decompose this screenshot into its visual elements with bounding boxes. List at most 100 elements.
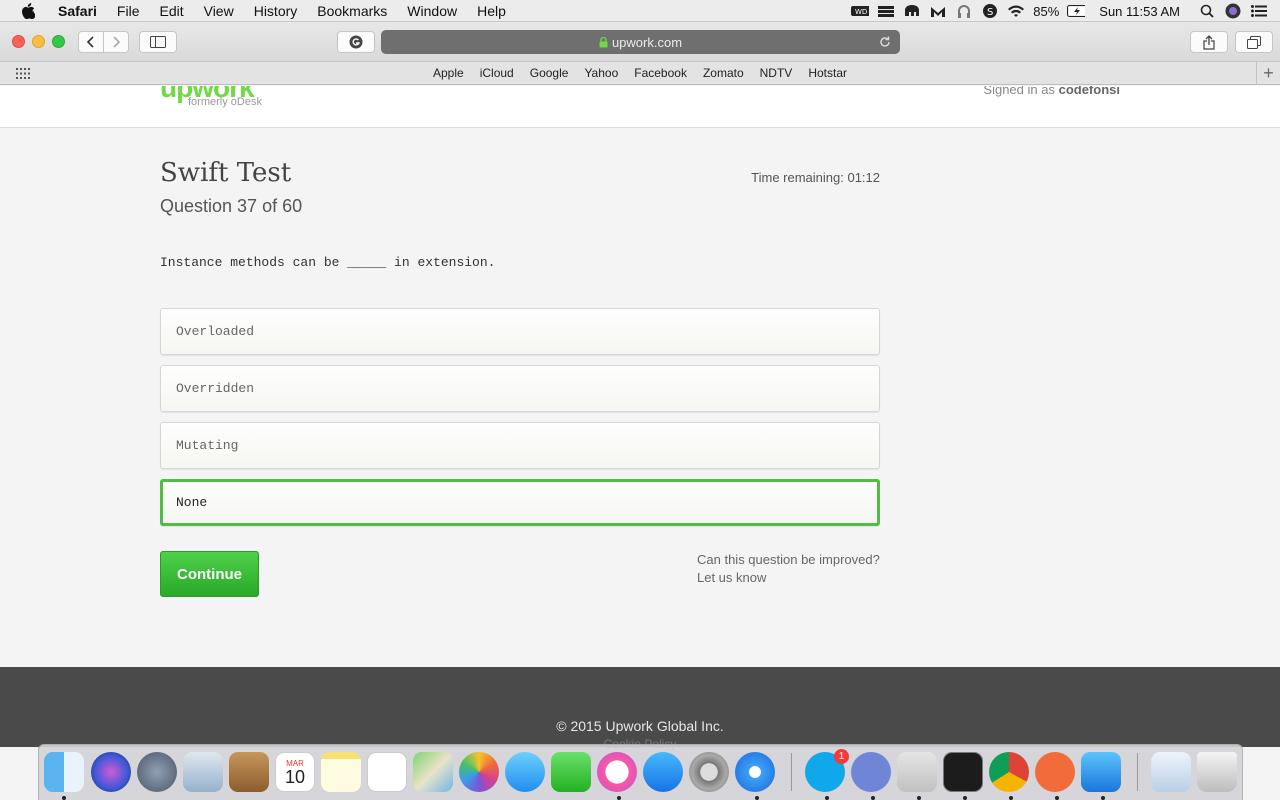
chrome-icon[interactable] xyxy=(989,752,1029,792)
system-preferences-icon[interactable] xyxy=(689,752,729,792)
running-indicator xyxy=(917,796,921,800)
notification-center-icon[interactable] xyxy=(1250,4,1268,18)
bookmark-yahoo[interactable]: Yahoo xyxy=(576,66,626,80)
trash-icon[interactable] xyxy=(1197,752,1237,792)
status-area: WD S 85% Sun 11:53 AM xyxy=(851,0,1280,22)
maps-icon[interactable] xyxy=(413,752,453,792)
running-indicator xyxy=(1009,796,1013,800)
safari-icon[interactable] xyxy=(735,752,775,792)
apple-menu-icon[interactable] xyxy=(18,0,38,22)
menu-file[interactable]: File xyxy=(107,0,150,22)
wifi-icon[interactable] xyxy=(1007,4,1025,18)
feedback-question: Can this question be improved? xyxy=(697,552,880,567)
itunes-icon[interactable] xyxy=(597,752,637,792)
menu-help[interactable]: Help xyxy=(467,0,516,22)
forward-button[interactable] xyxy=(103,31,129,53)
bookmark-zomato[interactable]: Zomato xyxy=(695,66,752,80)
bookmark-icloud[interactable]: iCloud xyxy=(472,66,522,80)
malwarebytes-icon[interactable] xyxy=(929,4,947,18)
running-indicator xyxy=(755,796,759,800)
photos-icon[interactable] xyxy=(459,752,499,792)
wd-drive-icon[interactable]: WD xyxy=(851,4,870,18)
elephant-icon[interactable] xyxy=(903,4,921,18)
answer-option-label: None xyxy=(176,495,208,510)
xcode-icon[interactable] xyxy=(1081,752,1121,792)
bookmark-facebook[interactable]: Facebook xyxy=(626,66,695,80)
tabs-overview-icon xyxy=(1247,35,1261,49)
answer-option-label: Mutating xyxy=(176,438,239,453)
menu-history[interactable]: History xyxy=(244,0,308,22)
running-indicator xyxy=(963,796,967,800)
siri-icon[interactable] xyxy=(1224,3,1242,19)
answer-option-mutating[interactable]: Mutating xyxy=(160,422,880,469)
reminders-icon[interactable] xyxy=(367,752,407,792)
documents-folder-icon[interactable] xyxy=(1151,752,1191,792)
answer-option-label: Overloaded xyxy=(176,324,255,339)
menu-bookmarks[interactable]: Bookmarks xyxy=(307,0,397,22)
top-sites-grid-icon[interactable] xyxy=(16,68,30,79)
time-remaining: Time remaining: 01:12 xyxy=(751,170,880,185)
reload-icon[interactable] xyxy=(878,35,892,49)
copyright-text: © 2015 Upwork Global Inc. xyxy=(556,718,724,734)
discord-icon[interactable] xyxy=(851,752,891,792)
address-bar[interactable]: upwork.com xyxy=(381,30,900,54)
bookmark-ndtv[interactable]: NDTV xyxy=(752,66,801,80)
launchpad-icon[interactable] xyxy=(137,752,177,792)
menu-edit[interactable]: Edit xyxy=(149,0,193,22)
headphones-icon[interactable] xyxy=(955,4,973,18)
close-window-button[interactable] xyxy=(12,35,25,48)
address-url: upwork.com xyxy=(611,34,683,50)
answer-option-overloaded[interactable]: Overloaded xyxy=(160,308,880,355)
sidebar-toggle-button[interactable] xyxy=(139,31,177,53)
feedback-prompt: Can this question be improved? Let us kn… xyxy=(697,551,880,587)
minimize-window-button[interactable] xyxy=(32,35,45,48)
postman-icon[interactable] xyxy=(1035,752,1075,792)
menu-app-name[interactable]: Safari xyxy=(48,0,107,22)
notes-icon[interactable] xyxy=(321,752,361,792)
battery-charging-icon[interactable] xyxy=(1067,4,1086,18)
skype-icon[interactable]: 1 xyxy=(805,749,849,792)
app-store-icon[interactable] xyxy=(643,752,683,792)
skype-status-icon[interactable]: S xyxy=(981,4,999,18)
chevron-left-icon xyxy=(86,36,94,48)
grammarly-extension-button[interactable] xyxy=(337,31,375,53)
chevron-right-icon xyxy=(113,36,121,48)
fullscreen-window-button[interactable] xyxy=(52,35,65,48)
bookmark-hotstar[interactable]: Hotstar xyxy=(800,66,855,80)
answer-option-none-selected[interactable]: None xyxy=(160,479,880,526)
signed-in-username[interactable]: codefonsi xyxy=(1059,86,1120,97)
continue-button[interactable]: Continue xyxy=(160,551,259,597)
menu-window[interactable]: Window xyxy=(397,0,467,22)
feedback-link[interactable]: Let us know xyxy=(697,569,880,587)
hamburger-app-icon[interactable] xyxy=(877,4,895,18)
bookmark-apple[interactable]: Apple xyxy=(425,66,472,80)
contacts-icon[interactable] xyxy=(229,752,269,792)
calendar-day: 10 xyxy=(284,766,306,787)
messages-icon[interactable] xyxy=(505,752,545,792)
answer-option-label: Overridden xyxy=(176,381,255,396)
answer-option-overridden[interactable]: Overridden xyxy=(160,365,880,412)
clock[interactable]: Sun 11:53 AM xyxy=(1099,4,1180,19)
signed-in-label: Signed in as codefonsi xyxy=(983,86,1120,97)
new-tab-plus-icon[interactable]: + xyxy=(1256,62,1280,85)
grammarly-icon xyxy=(349,35,363,49)
running-indicator xyxy=(617,796,621,800)
dock: MAR 10 1 xyxy=(38,744,1243,800)
svg-text:S: S xyxy=(987,7,993,18)
mail-icon[interactable] xyxy=(183,752,223,792)
logo-subtitle: formerly oDesk xyxy=(188,96,262,108)
running-indicator xyxy=(1055,796,1059,800)
back-button[interactable] xyxy=(78,31,104,53)
menu-view[interactable]: View xyxy=(194,0,244,22)
finder-icon[interactable] xyxy=(44,752,84,792)
bookmark-google[interactable]: Google xyxy=(522,66,577,80)
share-icon xyxy=(1203,34,1215,50)
calendar-icon[interactable]: MAR 10 xyxy=(275,752,315,792)
show-tabs-button[interactable] xyxy=(1235,31,1273,53)
spotlight-search-icon[interactable] xyxy=(1198,4,1216,18)
keychain-access-icon[interactable] xyxy=(897,752,937,792)
terminal-icon[interactable] xyxy=(943,752,983,792)
facetime-icon[interactable] xyxy=(551,752,591,792)
share-button[interactable] xyxy=(1190,31,1228,53)
siri-dock-icon[interactable] xyxy=(91,752,131,792)
